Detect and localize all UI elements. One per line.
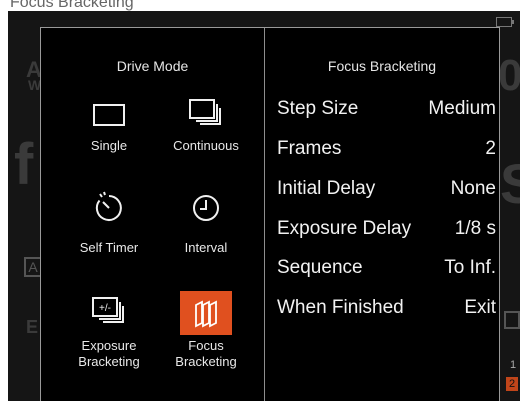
setting-value: To Inf. — [444, 257, 496, 278]
drive-mode-exposure-bracketing[interactable]: +/- Exposure Bracketing — [68, 292, 150, 372]
bg-letter-e: E — [26, 317, 39, 337]
drive-mode-exposure-bracketing-label: Exposure Bracketing — [78, 338, 140, 369]
focus-bracketing-icon — [165, 298, 247, 330]
interval-clock-icon — [165, 190, 247, 226]
svg-text:+/-: +/- — [99, 303, 111, 314]
self-timer-icon — [68, 190, 150, 226]
setting-key: Frames — [277, 138, 342, 159]
drive-mode-self-timer[interactable]: Self Timer — [68, 184, 150, 264]
setting-row-step-size[interactable]: Step Size Medium — [277, 98, 496, 122]
bg-badge-1: 1 — [510, 359, 517, 371]
single-frame-icon — [68, 102, 150, 128]
focus-bracketing-title: Focus Bracketing — [327, 58, 437, 74]
setting-value: None — [450, 178, 496, 199]
exposure-bracketing-icon: +/- — [68, 294, 150, 328]
bg-letter-s: S — [500, 152, 520, 215]
setting-row-initial-delay[interactable]: Initial Delay None — [277, 178, 496, 202]
camera-screen: A W f A E S 0 1 2 Drive Mode Single Cont… — [8, 11, 520, 401]
drive-mode-single[interactable]: Single — [68, 90, 150, 170]
drive-mode-continuous-label: Continuous — [173, 138, 239, 153]
setting-value: 2 — [485, 138, 496, 159]
drive-mode-title: Drive Mode — [116, 58, 189, 74]
drive-mode-single-label: Single — [90, 138, 128, 153]
setting-key: When Finished — [277, 297, 404, 318]
bg-box-right — [504, 311, 520, 329]
bg-badge-2: 2 — [506, 377, 518, 391]
setting-row-exposure-delay[interactable]: Exposure Delay 1/8 s — [277, 218, 496, 242]
setting-key: Step Size — [277, 98, 359, 119]
bg-letter-0: 0 — [498, 51, 520, 100]
battery-icon — [496, 17, 514, 27]
drive-mode-interval-label: Interval — [184, 240, 228, 255]
setting-key: Exposure Delay — [277, 218, 412, 239]
drive-mode-continuous[interactable]: Continuous — [165, 90, 247, 170]
bg-letter-f: f — [14, 132, 34, 197]
setting-row-sequence[interactable]: Sequence To Inf. — [277, 257, 496, 281]
setting-key: Initial Delay — [277, 178, 376, 199]
drive-mode-focus-bracketing[interactable]: Focus Bracketing — [165, 291, 247, 372]
setting-key: Sequence — [277, 257, 363, 278]
drive-mode-self-timer-label: Self Timer — [79, 240, 139, 255]
setting-row-frames[interactable]: Frames 2 — [277, 138, 496, 162]
drive-mode-interval[interactable]: Interval — [165, 184, 247, 264]
panel-divider — [264, 28, 265, 401]
drive-mode-focus-bracketing-label: Focus Bracketing — [175, 338, 237, 369]
setting-value: 1/8 s — [454, 218, 496, 239]
setting-row-when-finished[interactable]: When Finished Exit — [277, 297, 496, 321]
setting-value: Exit — [464, 297, 496, 318]
setting-value: Medium — [428, 98, 496, 119]
continuous-frames-icon — [165, 96, 247, 128]
drive-mode-overlay: Drive Mode Single Continuous Self Timer … — [40, 27, 500, 401]
